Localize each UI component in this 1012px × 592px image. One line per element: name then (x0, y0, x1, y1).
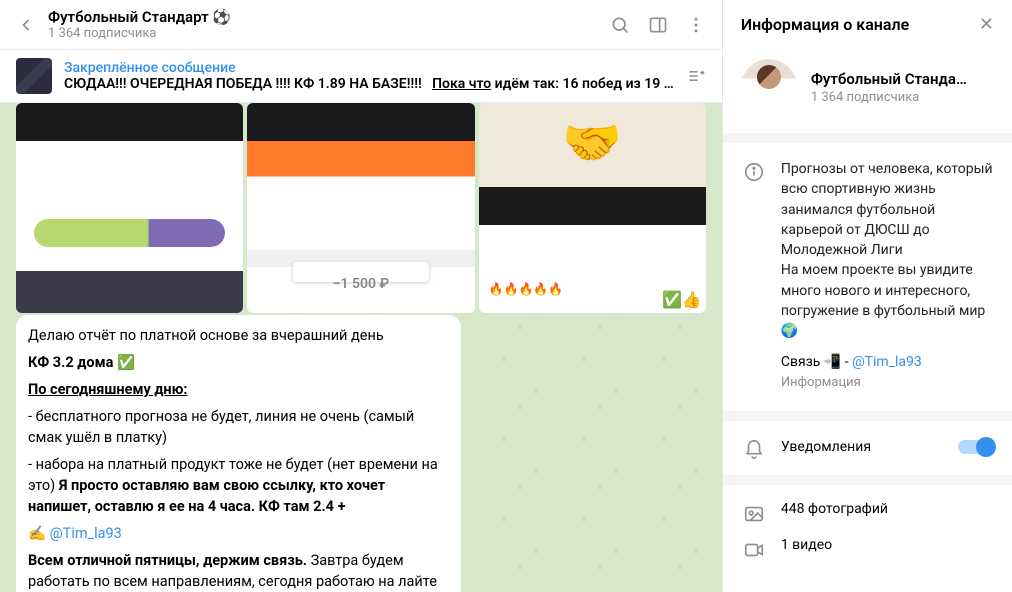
msg-line: Делаю отчёт по платной основе за вчерашн… (28, 325, 449, 346)
back-button[interactable] (16, 15, 36, 35)
bell-icon (743, 439, 765, 461)
msg-line: Всем отличной пятницы, держим связь. Зав… (28, 550, 449, 592)
channel-title: Футбольный Стандарт ⚽ (48, 8, 231, 26)
sidebar-profile[interactable]: Футбольный Станда… 1 364 подписчика (723, 49, 1012, 133)
message-images: −1 500 ₽ 🔥🔥🔥🔥🔥 ✅👍 (16, 103, 706, 313)
info-icon (743, 161, 765, 183)
more-icon[interactable] (686, 15, 706, 35)
info-sidebar: Информация о канале ✕ Футбольный Станда…… (723, 0, 1012, 592)
avatar (741, 59, 797, 115)
chat-panel: Футбольный Стандарт ⚽ 1 364 подписчика З… (0, 0, 723, 592)
close-icon[interactable]: ✕ (979, 14, 994, 35)
sidebar-toggle-icon[interactable] (648, 15, 668, 35)
photos-count: 448 фотографий (781, 501, 888, 517)
notifications-toggle[interactable] (958, 440, 994, 454)
sidebar-info-section: Прогнозы от человека, который всю спорти… (723, 133, 1012, 411)
attached-image-2[interactable]: −1 500 ₽ (247, 103, 474, 313)
videos-count: 1 видео (781, 537, 832, 553)
image-emoji-row: 🔥🔥🔥🔥🔥 (489, 282, 564, 296)
msg-line: - набора на платный продукт тоже не буде… (28, 454, 449, 517)
contact-link[interactable]: @Tim_la93 (50, 525, 122, 542)
sidebar-notifications[interactable]: Уведомления (723, 411, 1012, 475)
image-amount: −1 500 ₽ (247, 276, 474, 292)
video-icon (743, 539, 765, 561)
channel-description: Прогнозы от человека, который всю спорти… (781, 159, 994, 342)
msg-line: ✍️ @Tim_la93 (28, 523, 449, 544)
header-actions (610, 15, 706, 35)
sidebar-title: Информация о канале (741, 15, 909, 34)
channel-title-block[interactable]: Футбольный Стандарт ⚽ 1 364 подписчика (48, 8, 231, 41)
sidebar-videos[interactable]: 1 видео (723, 529, 1012, 565)
channel-subscribers: 1 364 подписчика (48, 26, 231, 41)
sidebar-header: Информация о канале ✕ (723, 0, 1012, 49)
attached-image-3[interactable]: 🔥🔥🔥🔥🔥 ✅👍 (479, 103, 706, 313)
message-bubble[interactable]: Делаю отчёт по платной основе за вчерашн… (16, 315, 461, 592)
pinned-thumbnail (16, 58, 52, 94)
image-check: ✅👍 (662, 290, 702, 309)
chat-header: Футбольный Стандарт ⚽ 1 364 подписчика (0, 0, 722, 50)
pinned-body: СЮДАА!!! ОЧЕРЕДНАЯ ПОБЕДА !!!! КФ 1.89 Н… (64, 76, 674, 92)
message-wrapper: −1 500 ₽ 🔥🔥🔥🔥🔥 ✅👍 Делаю отчёт по платной… (0, 103, 722, 592)
sidebar-photos[interactable]: 448 фотографий (723, 485, 1012, 529)
pinned-text: Закреплённое сообщение СЮДАА!!! ОЧЕРЕДНА… (64, 60, 674, 92)
attached-image-1[interactable] (16, 103, 243, 313)
chat-body[interactable]: −1 500 ₽ 🔥🔥🔥🔥🔥 ✅👍 Делаю отчёт по платной… (0, 103, 722, 592)
search-icon[interactable] (610, 15, 630, 35)
notifications-label: Уведомления (781, 437, 871, 457)
contact-link[interactable]: @Tim_la93 (852, 354, 922, 370)
pinned-message[interactable]: Закреплённое сообщение СЮДАА!!! ОЧЕРЕДНА… (0, 50, 722, 103)
sidebar-channel-name: Футбольный Станда… (811, 70, 994, 88)
pin-list-icon[interactable] (686, 66, 706, 86)
sidebar-subscribers: 1 364 подписчика (811, 90, 994, 105)
pinned-title: Закреплённое сообщение (64, 60, 674, 76)
info-label: Информация (781, 374, 994, 393)
channel-contact: Связь 📲 - @Tim_la93 (781, 352, 994, 372)
msg-line: По сегодняшнему дню: (28, 379, 449, 400)
msg-line: КФ 3.2 дома ✅ (28, 352, 449, 373)
msg-line: - бесплатного прогноза не будет, линия н… (28, 406, 449, 448)
photo-icon (743, 503, 765, 525)
